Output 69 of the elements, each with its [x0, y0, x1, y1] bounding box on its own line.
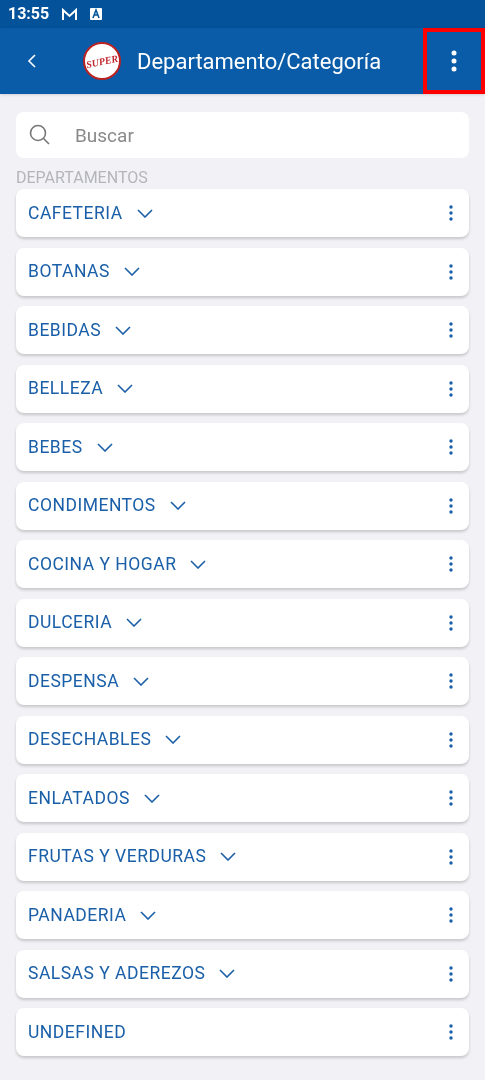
section-label: DEPARTAMENTOS: [16, 168, 149, 188]
department-row[interactable]: CAFETERIA: [16, 189, 469, 237]
department-name: BEBES: [28, 435, 83, 459]
department-name: CAFETERIA: [28, 201, 123, 225]
more-icon[interactable]: [449, 965, 453, 982]
department-row[interactable]: BOTANAS: [16, 247, 469, 296]
chevron-down-icon[interactable]: [140, 910, 157, 920]
more-icon[interactable]: [449, 380, 453, 397]
department-name: BEBIDAS: [28, 318, 102, 342]
department-row[interactable]: DESECHABLES: [16, 715, 469, 764]
department-name: SALSAS Y ADEREZOS: [28, 962, 206, 986]
notification-icon: [90, 8, 103, 20]
chevron-down-icon[interactable]: [96, 442, 113, 452]
department-row[interactable]: UNDEFINED: [16, 1008, 469, 1056]
more-icon[interactable]: [449, 614, 453, 631]
chevron-down-icon[interactable]: [126, 618, 143, 627]
more-icon[interactable]: [449, 731, 453, 748]
chevron-down-icon[interactable]: [165, 735, 182, 744]
screen-title: Departamento/Categoría: [137, 47, 382, 76]
department-name: ENLATADOS: [28, 786, 130, 810]
department-row[interactable]: DESPENSA: [16, 657, 469, 705]
more-icon[interactable]: [449, 1024, 453, 1040]
chevron-down-icon[interactable]: [143, 793, 160, 803]
department-row[interactable]: COCINA Y HOGAR: [16, 540, 469, 588]
logo: SUPER: [83, 42, 121, 80]
mail-icon: [61, 7, 79, 21]
department-name: UNDEFINED: [28, 1020, 127, 1044]
more-icon[interactable]: [449, 907, 453, 923]
more-icon[interactable]: [449, 556, 453, 572]
search-icon: [29, 124, 51, 146]
more-icon[interactable]: [449, 790, 453, 806]
department-row[interactable]: BELLEZA: [16, 364, 469, 413]
more-icon: [451, 50, 457, 72]
department-name: BELLEZA: [28, 377, 104, 401]
chevron-down-icon[interactable]: [115, 325, 132, 335]
department-row[interactable]: SALSAS Y ADEREZOS: [16, 949, 469, 998]
department-name: FRUTAS Y VERDURAS: [28, 845, 207, 869]
chevron-down-icon[interactable]: [190, 559, 207, 569]
chevron-down-icon[interactable]: [219, 969, 236, 978]
department-row[interactable]: DULCERIA: [16, 598, 469, 647]
chevron-down-icon[interactable]: [123, 267, 140, 276]
more-icon[interactable]: [449, 497, 453, 514]
department-row[interactable]: ENLATADOS: [16, 774, 469, 822]
department-name: DESECHABLES: [28, 728, 152, 752]
department-row[interactable]: CONDIMENTOS: [16, 481, 469, 530]
more-icon[interactable]: [449, 439, 453, 455]
department-name: BOTANAS: [28, 260, 110, 284]
more-icon[interactable]: [449, 263, 453, 280]
department-name: DESPENSA: [28, 669, 120, 693]
department-row[interactable]: PANADERIA: [16, 891, 469, 939]
department-name: DULCERIA: [28, 611, 113, 635]
chevron-down-icon[interactable]: [117, 384, 134, 393]
department-name: COCINA Y HOGAR: [28, 552, 177, 576]
department-row[interactable]: FRUTAS Y VERDURAS: [16, 832, 469, 881]
more-icon[interactable]: [449, 673, 453, 689]
chevron-down-icon[interactable]: [169, 501, 186, 510]
department-row[interactable]: BEBES: [16, 423, 469, 471]
department-name: PANADERIA: [28, 903, 127, 927]
back-icon: [27, 53, 37, 69]
status-time: 13:55: [8, 3, 50, 25]
chevron-down-icon[interactable]: [133, 676, 150, 686]
department-row[interactable]: BEBIDAS: [16, 306, 469, 354]
search-field[interactable]: Buscar: [16, 112, 469, 158]
more-icon[interactable]: [449, 322, 453, 338]
department-name: CONDIMENTOS: [28, 494, 156, 518]
more-icon[interactable]: [449, 848, 453, 865]
chevron-down-icon[interactable]: [220, 852, 237, 861]
chevron-down-icon[interactable]: [136, 208, 153, 218]
more-icon[interactable]: [449, 205, 453, 221]
